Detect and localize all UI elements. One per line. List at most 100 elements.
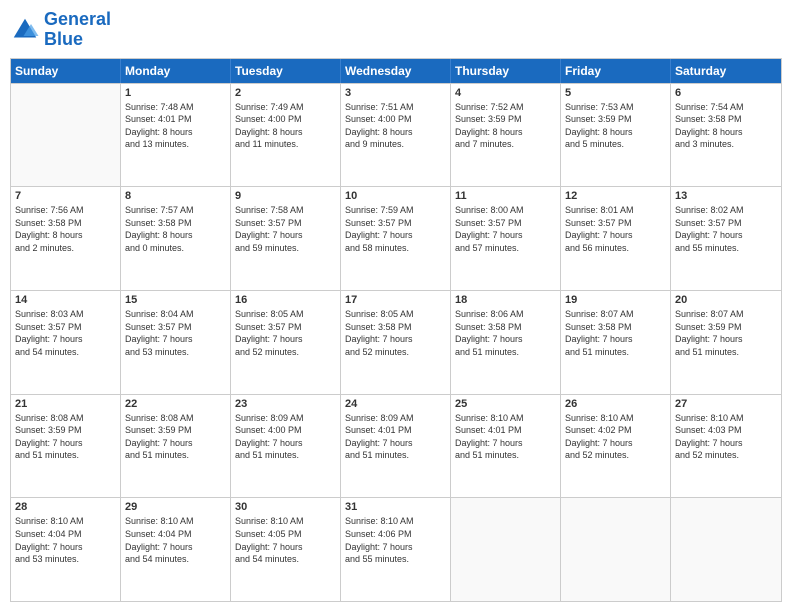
calendar-cell [11, 84, 121, 187]
calendar-cell: 15 Sunrise: 8:04 AM Sunset: 3:57 PM Dayli… [121, 291, 231, 394]
cell-info: Sunrise: 8:06 AM Sunset: 3:58 PM Dayligh… [455, 308, 556, 358]
header: General Blue [10, 10, 782, 50]
calendar-cell: 3 Sunrise: 7:51 AM Sunset: 4:00 PM Daylig… [341, 84, 451, 187]
cell-info: Sunrise: 8:10 AM Sunset: 4:03 PM Dayligh… [675, 412, 777, 462]
calendar-row-4: 28 Sunrise: 8:10 AM Sunset: 4:04 PM Dayli… [11, 497, 781, 601]
calendar-cell: 12 Sunrise: 8:01 AM Sunset: 3:57 PM Dayli… [561, 187, 671, 290]
cell-info: Sunrise: 7:53 AM Sunset: 3:59 PM Dayligh… [565, 101, 666, 151]
day-number: 5 [565, 87, 666, 99]
day-number: 1 [125, 87, 226, 99]
calendar-cell: 10Sunrise: 7:59 AM Sunset: 3:57 PM Dayli… [341, 187, 451, 290]
calendar-cell: 26Sunrise: 8:10 AM Sunset: 4:02 PM Dayli… [561, 395, 671, 498]
calendar-cell: 6 Sunrise: 7:54 AM Sunset: 3:58 PM Daylig… [671, 84, 781, 187]
calendar-cell: 5 Sunrise: 7:53 AM Sunset: 3:59 PM Daylig… [561, 84, 671, 187]
calendar-row-2: 14Sunrise: 8:03 AM Sunset: 3:57 PM Dayli… [11, 290, 781, 394]
calendar-cell: 13Sunrise: 8:02 AM Sunset: 3:57 PM Dayli… [671, 187, 781, 290]
calendar-cell: 25Sunrise: 8:10 AM Sunset: 4:01 PM Dayli… [451, 395, 561, 498]
day-number: 17 [345, 294, 446, 306]
cell-info: Sunrise: 8:07 AM Sunset: 3:59 PM Dayligh… [675, 308, 777, 358]
calendar-cell: 23Sunrise: 8:09 AM Sunset: 4:00 PM Dayli… [231, 395, 341, 498]
cell-info: Sunrise: 7:54 AM Sunset: 3:58 PM Dayligh… [675, 101, 777, 151]
calendar-cell [671, 498, 781, 601]
calendar-cell: 1Sunrise: 7:48 AM Sunset: 4:01 PM Daylig… [121, 84, 231, 187]
calendar-cell: 30 Sunrise: 8:10 AM Sunset: 4:05 PM Dayli… [231, 498, 341, 601]
cell-info: Sunrise: 8:01 AM Sunset: 3:57 PM Dayligh… [565, 204, 666, 254]
cell-info: Sunrise: 8:00 AM Sunset: 3:57 PM Dayligh… [455, 204, 556, 254]
cell-info: Sunrise: 8:10 AM Sunset: 4:05 PM Dayligh… [235, 515, 336, 565]
logo-text: General Blue [44, 10, 111, 50]
calendar-row-1: 7 Sunrise: 7:56 AM Sunset: 3:58 PM Daylig… [11, 186, 781, 290]
day-number: 19 [565, 294, 666, 306]
header-day-sunday: Sunday [11, 59, 121, 83]
day-number: 27 [675, 398, 777, 410]
calendar-cell: 21 Sunrise: 8:08 AM Sunset: 3:59 PM Dayli… [11, 395, 121, 498]
day-number: 8 [125, 190, 226, 202]
cell-info: Sunrise: 7:57 AM Sunset: 3:58 PM Dayligh… [125, 204, 226, 254]
cell-info: Sunrise: 8:08 AM Sunset: 3:59 PM Dayligh… [15, 412, 116, 462]
cell-info: Sunrise: 7:49 AM Sunset: 4:00 PM Dayligh… [235, 101, 336, 151]
day-number: 15 [125, 294, 226, 306]
day-number: 3 [345, 87, 446, 99]
header-day-thursday: Thursday [451, 59, 561, 83]
day-number: 11 [455, 190, 556, 202]
day-number: 20 [675, 294, 777, 306]
cell-info: Sunrise: 7:56 AM Sunset: 3:58 PM Dayligh… [15, 204, 116, 254]
calendar-cell: 27 Sunrise: 8:10 AM Sunset: 4:03 PM Dayli… [671, 395, 781, 498]
header-day-saturday: Saturday [671, 59, 781, 83]
header-day-friday: Friday [561, 59, 671, 83]
calendar: SundayMondayTuesdayWednesdayThursdayFrid… [10, 58, 782, 602]
logo-icon [10, 15, 40, 45]
cell-info: Sunrise: 8:04 AM Sunset: 3:57 PM Dayligh… [125, 308, 226, 358]
calendar-cell: 22 Sunrise: 8:08 AM Sunset: 3:59 PM Dayli… [121, 395, 231, 498]
calendar-cell: 18 Sunrise: 8:06 AM Sunset: 3:58 PM Dayli… [451, 291, 561, 394]
calendar-row-3: 21 Sunrise: 8:08 AM Sunset: 3:59 PM Dayli… [11, 394, 781, 498]
calendar-cell: 2 Sunrise: 7:49 AM Sunset: 4:00 PM Daylig… [231, 84, 341, 187]
calendar-cell: 14Sunrise: 8:03 AM Sunset: 3:57 PM Dayli… [11, 291, 121, 394]
day-number: 28 [15, 501, 116, 513]
logo: General Blue [10, 10, 111, 50]
day-number: 21 [15, 398, 116, 410]
calendar-body: 1Sunrise: 7:48 AM Sunset: 4:01 PM Daylig… [11, 83, 781, 601]
day-number: 18 [455, 294, 556, 306]
calendar-cell: 19Sunrise: 8:07 AM Sunset: 3:58 PM Dayli… [561, 291, 671, 394]
calendar-cell [451, 498, 561, 601]
calendar-cell: 11 Sunrise: 8:00 AM Sunset: 3:57 PM Dayli… [451, 187, 561, 290]
cell-info: Sunrise: 8:10 AM Sunset: 4:06 PM Dayligh… [345, 515, 446, 565]
calendar-cell: 31Sunrise: 8:10 AM Sunset: 4:06 PM Dayli… [341, 498, 451, 601]
day-number: 13 [675, 190, 777, 202]
day-number: 26 [565, 398, 666, 410]
calendar-cell: 29Sunrise: 8:10 AM Sunset: 4:04 PM Dayli… [121, 498, 231, 601]
day-number: 2 [235, 87, 336, 99]
cell-info: Sunrise: 8:08 AM Sunset: 3:59 PM Dayligh… [125, 412, 226, 462]
cell-info: Sunrise: 8:10 AM Sunset: 4:04 PM Dayligh… [125, 515, 226, 565]
calendar-cell: 8 Sunrise: 7:57 AM Sunset: 3:58 PM Daylig… [121, 187, 231, 290]
calendar-cell: 16 Sunrise: 8:05 AM Sunset: 3:57 PM Dayli… [231, 291, 341, 394]
cell-info: Sunrise: 7:51 AM Sunset: 4:00 PM Dayligh… [345, 101, 446, 151]
day-number: 24 [345, 398, 446, 410]
day-number: 9 [235, 190, 336, 202]
calendar-cell: 4Sunrise: 7:52 AM Sunset: 3:59 PM Daylig… [451, 84, 561, 187]
day-number: 25 [455, 398, 556, 410]
calendar-cell: 20 Sunrise: 8:07 AM Sunset: 3:59 PM Dayli… [671, 291, 781, 394]
calendar-cell: 24 Sunrise: 8:09 AM Sunset: 4:01 PM Dayli… [341, 395, 451, 498]
day-number: 22 [125, 398, 226, 410]
day-number: 12 [565, 190, 666, 202]
cell-info: Sunrise: 7:59 AM Sunset: 3:57 PM Dayligh… [345, 204, 446, 254]
calendar-cell [561, 498, 671, 601]
day-number: 16 [235, 294, 336, 306]
calendar-row-0: 1Sunrise: 7:48 AM Sunset: 4:01 PM Daylig… [11, 83, 781, 187]
cell-info: Sunrise: 8:05 AM Sunset: 3:57 PM Dayligh… [235, 308, 336, 358]
cell-info: Sunrise: 7:52 AM Sunset: 3:59 PM Dayligh… [455, 101, 556, 151]
cell-info: Sunrise: 8:09 AM Sunset: 4:01 PM Dayligh… [345, 412, 446, 462]
cell-info: Sunrise: 8:10 AM Sunset: 4:04 PM Dayligh… [15, 515, 116, 565]
day-number: 30 [235, 501, 336, 513]
day-number: 23 [235, 398, 336, 410]
day-number: 7 [15, 190, 116, 202]
cell-info: Sunrise: 8:05 AM Sunset: 3:58 PM Dayligh… [345, 308, 446, 358]
calendar-cell: 28 Sunrise: 8:10 AM Sunset: 4:04 PM Dayli… [11, 498, 121, 601]
calendar-header: SundayMondayTuesdayWednesdayThursdayFrid… [11, 59, 781, 83]
calendar-cell: 17 Sunrise: 8:05 AM Sunset: 3:58 PM Dayli… [341, 291, 451, 394]
cell-info: Sunrise: 8:03 AM Sunset: 3:57 PM Dayligh… [15, 308, 116, 358]
day-number: 6 [675, 87, 777, 99]
page: General Blue SundayMondayTuesdayWednesda… [0, 0, 792, 612]
